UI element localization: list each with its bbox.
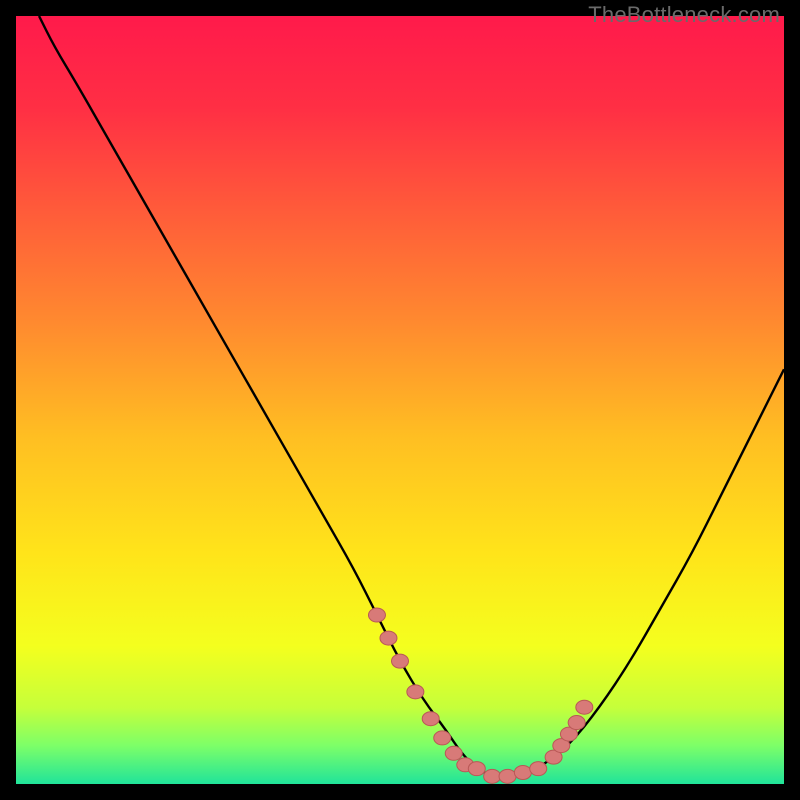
marker-point [484, 769, 501, 783]
marker-point [530, 762, 547, 776]
marker-point [499, 769, 516, 783]
chart-background [16, 16, 784, 784]
marker-point [445, 746, 462, 760]
marker-point [380, 631, 397, 645]
marker-point [468, 762, 485, 776]
watermark-text: TheBottleneck.com [588, 2, 780, 28]
marker-point [368, 608, 385, 622]
marker-point [422, 712, 439, 726]
chart-frame [16, 16, 784, 784]
marker-point [514, 765, 531, 779]
marker-point [568, 716, 585, 730]
marker-point [392, 654, 409, 668]
bottleneck-chart [16, 16, 784, 784]
marker-point [407, 685, 424, 699]
marker-point [434, 731, 451, 745]
marker-point [576, 700, 593, 714]
